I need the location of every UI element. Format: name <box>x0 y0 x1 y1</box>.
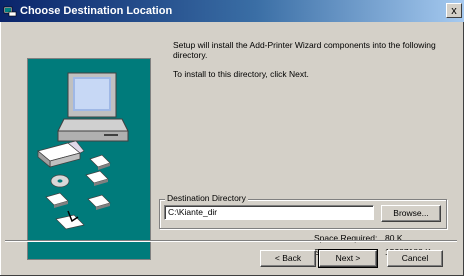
install-arrow-icon <box>55 210 85 230</box>
next-button[interactable]: Next > <box>318 249 378 268</box>
floppy-disk-icon <box>89 154 111 170</box>
window-title: Choose Destination Location <box>20 5 173 17</box>
title-bar[interactable]: Choose Destination Location x <box>0 0 464 22</box>
floppy-disk-icon <box>37 140 85 168</box>
floppy-disk-icon <box>85 170 109 186</box>
button-separator <box>5 240 457 242</box>
setup-icon <box>3 6 17 17</box>
destination-group-label: Destination Directory <box>165 193 248 204</box>
cd-disc-icon <box>50 174 70 188</box>
close-icon: x <box>451 5 457 17</box>
computer-icon <box>57 72 129 142</box>
browse-button[interactable]: Browse... <box>381 205 441 222</box>
floppy-disk-icon <box>45 192 69 208</box>
cancel-button[interactable]: Cancel <box>387 250 443 267</box>
floppy-disk-icon <box>87 194 111 210</box>
dialog-body: Setup will install the Add-Printer Wizar… <box>0 22 464 275</box>
install-location-message: Setup will install the Add-Printer Wizar… <box>173 40 436 60</box>
click-next-message: To install to this directory, click Next… <box>173 69 309 79</box>
setup-dialog: Choose Destination Location x Setup will… <box>0 0 464 276</box>
destination-path-field[interactable]: C:\Kiante_dir <box>164 205 374 220</box>
close-button[interactable]: x <box>446 3 462 18</box>
back-button[interactable]: < Back <box>260 250 316 267</box>
setup-illustration <box>27 58 151 260</box>
